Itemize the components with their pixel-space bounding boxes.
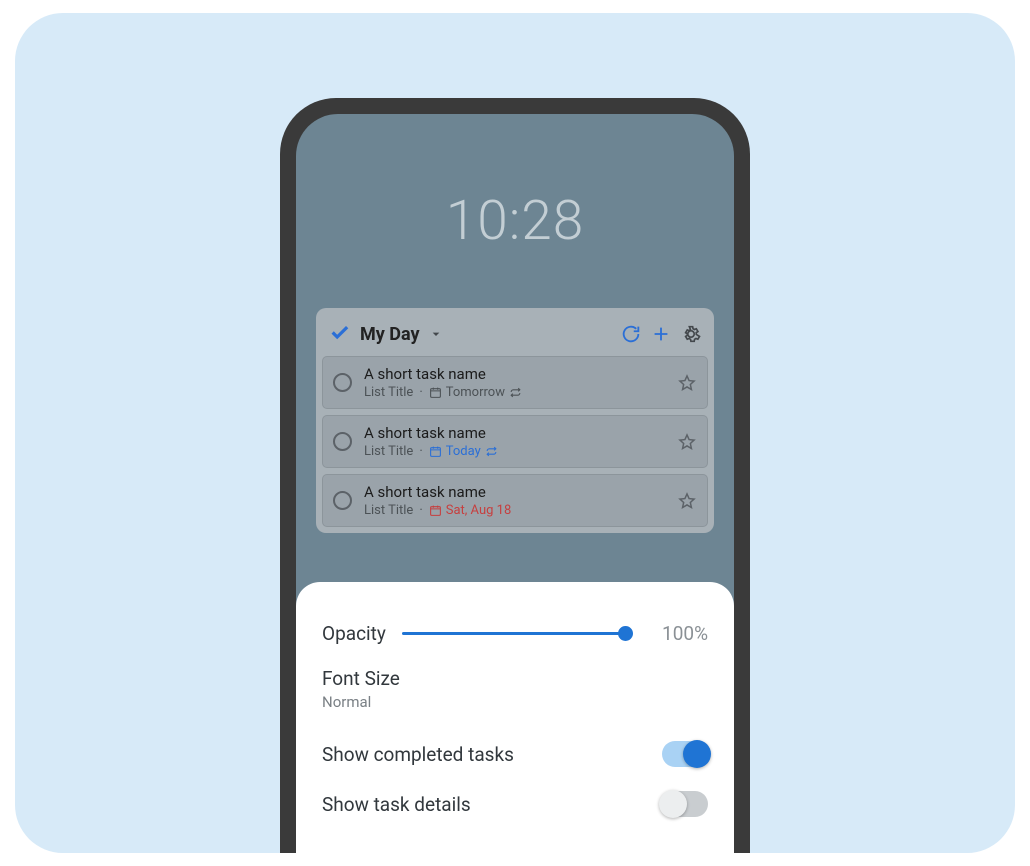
task-row[interactable]: A short task name List Title Tomorrow (322, 356, 708, 409)
show-completed-row: Show completed tasks (322, 729, 708, 779)
show-details-label: Show task details (322, 793, 662, 816)
calendar-icon (429, 386, 442, 399)
task-row[interactable]: A short task name List Title Sat, Aug 18 (322, 474, 708, 527)
star-icon[interactable] (677, 491, 697, 511)
complete-radio[interactable] (333, 432, 352, 451)
gear-icon[interactable] (680, 323, 702, 345)
task-title: A short task name (364, 483, 665, 501)
todo-widget: My Day (316, 308, 714, 533)
settings-sheet: Opacity 100% Font Size Normal Show compl… (296, 582, 734, 853)
calendar-icon (429, 445, 442, 458)
complete-radio[interactable] (333, 491, 352, 510)
star-icon[interactable] (677, 432, 697, 452)
repeat-icon (509, 386, 522, 399)
show-details-toggle[interactable] (662, 791, 708, 817)
slider-thumb[interactable] (618, 626, 633, 641)
refresh-icon[interactable] (620, 323, 642, 345)
font-size-label: Font Size (322, 667, 400, 690)
opacity-value: 100% (642, 622, 708, 645)
check-icon (328, 322, 352, 346)
calendar-icon (429, 504, 442, 517)
star-icon[interactable] (677, 373, 697, 393)
plus-icon[interactable] (650, 323, 672, 345)
task-title: A short task name (364, 365, 665, 383)
phone-screen: 10:28 My Day (296, 114, 734, 853)
complete-radio[interactable] (333, 373, 352, 392)
task-subtitle: List Title Today (364, 444, 665, 459)
chevron-down-icon[interactable] (428, 326, 444, 342)
task-subtitle: List Title Tomorrow (364, 385, 665, 400)
lock-clock: 10:28 (296, 189, 734, 253)
show-details-row: Show task details (322, 779, 708, 829)
opacity-row: Opacity 100% (322, 610, 708, 657)
repeat-icon (485, 445, 498, 458)
task-title: A short task name (364, 424, 665, 442)
font-size-value: Normal (322, 693, 371, 711)
opacity-slider[interactable] (402, 624, 626, 644)
task-row[interactable]: A short task name List Title Today (322, 415, 708, 468)
widget-title[interactable]: My Day (360, 324, 420, 345)
task-subtitle: List Title Sat, Aug 18 (364, 503, 665, 518)
font-size-row[interactable]: Font Size Normal (322, 657, 708, 729)
show-completed-label: Show completed tasks (322, 743, 662, 766)
show-completed-toggle[interactable] (662, 741, 708, 767)
opacity-label: Opacity (322, 622, 386, 645)
phone-frame: 10:28 My Day (280, 98, 750, 853)
widget-header: My Day (322, 314, 708, 356)
backdrop: 10:28 My Day (15, 13, 1015, 853)
